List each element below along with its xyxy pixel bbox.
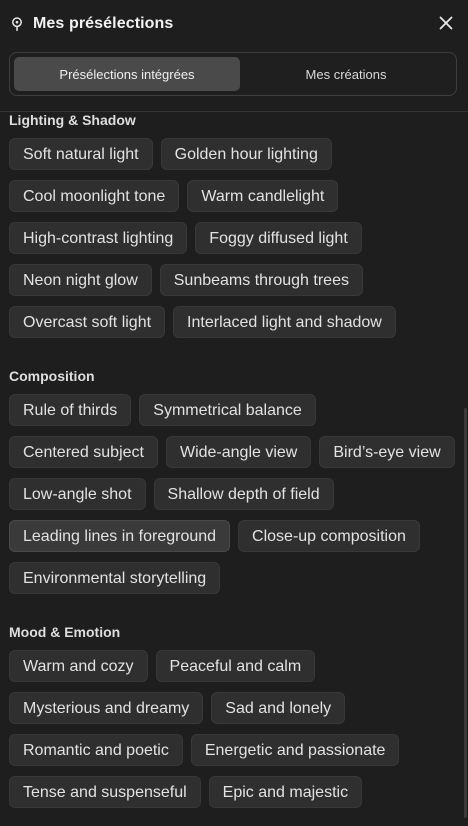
preset-chip[interactable]: Warm candlelight [187, 180, 339, 212]
preset-chip[interactable]: Golden hour lighting [160, 138, 332, 170]
preset-chip[interactable]: Cool moonlight tone [9, 180, 180, 212]
preset-chip[interactable]: Centered subject [9, 436, 158, 468]
preset-chip[interactable]: Soft natural light [9, 138, 153, 170]
preset-chip[interactable]: Symmetrical balance [139, 394, 316, 426]
section-title: Lighting & Shadow [9, 112, 136, 128]
preset-chip[interactable]: Warm and cozy [9, 650, 148, 682]
preset-chip[interactable]: Romantic and poetic [9, 734, 183, 766]
section-title: Composition [9, 368, 95, 384]
preset-tabs: Présélections intégrées Mes créations [9, 52, 457, 96]
preset-chip-hovered[interactable]: Leading lines in foreground [9, 520, 231, 552]
tab-built-in-presets[interactable]: Présélections intégrées [14, 57, 240, 91]
preset-chip[interactable]: Epic and majestic [208, 776, 363, 808]
preset-chip[interactable]: Overcast soft light [9, 306, 166, 338]
preset-chip[interactable]: Environmental storytelling [9, 562, 221, 594]
presets-list[interactable]: Lighting & Shadow Soft natural light Gol… [0, 112, 462, 826]
section-composition: Composition Rule of thirds Symmetrical b… [0, 368, 462, 594]
preset-chip[interactable]: Interlaced light and shadow [173, 306, 396, 338]
close-icon[interactable] [437, 14, 455, 32]
preset-chip[interactable]: Peaceful and calm [155, 650, 316, 682]
chip-group: Warm and cozy Peaceful and calm Mysterio… [9, 650, 459, 808]
preset-chip[interactable]: Energetic and passionate [190, 734, 400, 766]
preset-chip[interactable]: Bird’s-eye view [319, 436, 455, 468]
section-mood-emotion: Mood & Emotion Warm and cozy Peaceful an… [0, 624, 462, 808]
preset-chip[interactable]: Shallow depth of field [153, 478, 334, 510]
chip-group: Soft natural light Golden hour lighting … [9, 138, 459, 338]
preset-chip[interactable]: Foggy diffused light [195, 222, 362, 254]
preset-chip[interactable]: Sad and lonely [211, 692, 346, 724]
preset-chip[interactable]: Sunbeams through trees [159, 264, 363, 296]
panel-title: Mes présélections [33, 15, 174, 32]
chip-group: Rule of thirds Symmetrical balance Cente… [9, 394, 459, 594]
tab-my-creations[interactable]: Mes créations [240, 57, 452, 91]
section-title: Mood & Emotion [9, 624, 121, 640]
preset-chip[interactable]: Neon night glow [9, 264, 152, 296]
section-lighting-shadow: Lighting & Shadow Soft natural light Gol… [0, 112, 462, 338]
preset-chip[interactable]: Close-up composition [238, 520, 420, 552]
pin-icon [10, 17, 24, 31]
preset-chip[interactable]: Mysterious and dreamy [9, 692, 204, 724]
preset-chip[interactable]: Wide-angle view [165, 436, 312, 468]
preset-chip[interactable]: Low-angle shot [9, 478, 146, 510]
panel-header: Mes présélections [0, 0, 468, 48]
preset-chip[interactable]: High-contrast lighting [9, 222, 188, 254]
scrollbar-thumb[interactable] [464, 408, 467, 818]
preset-chip[interactable]: Tense and suspenseful [9, 776, 201, 808]
preset-chip[interactable]: Rule of thirds [9, 394, 132, 426]
